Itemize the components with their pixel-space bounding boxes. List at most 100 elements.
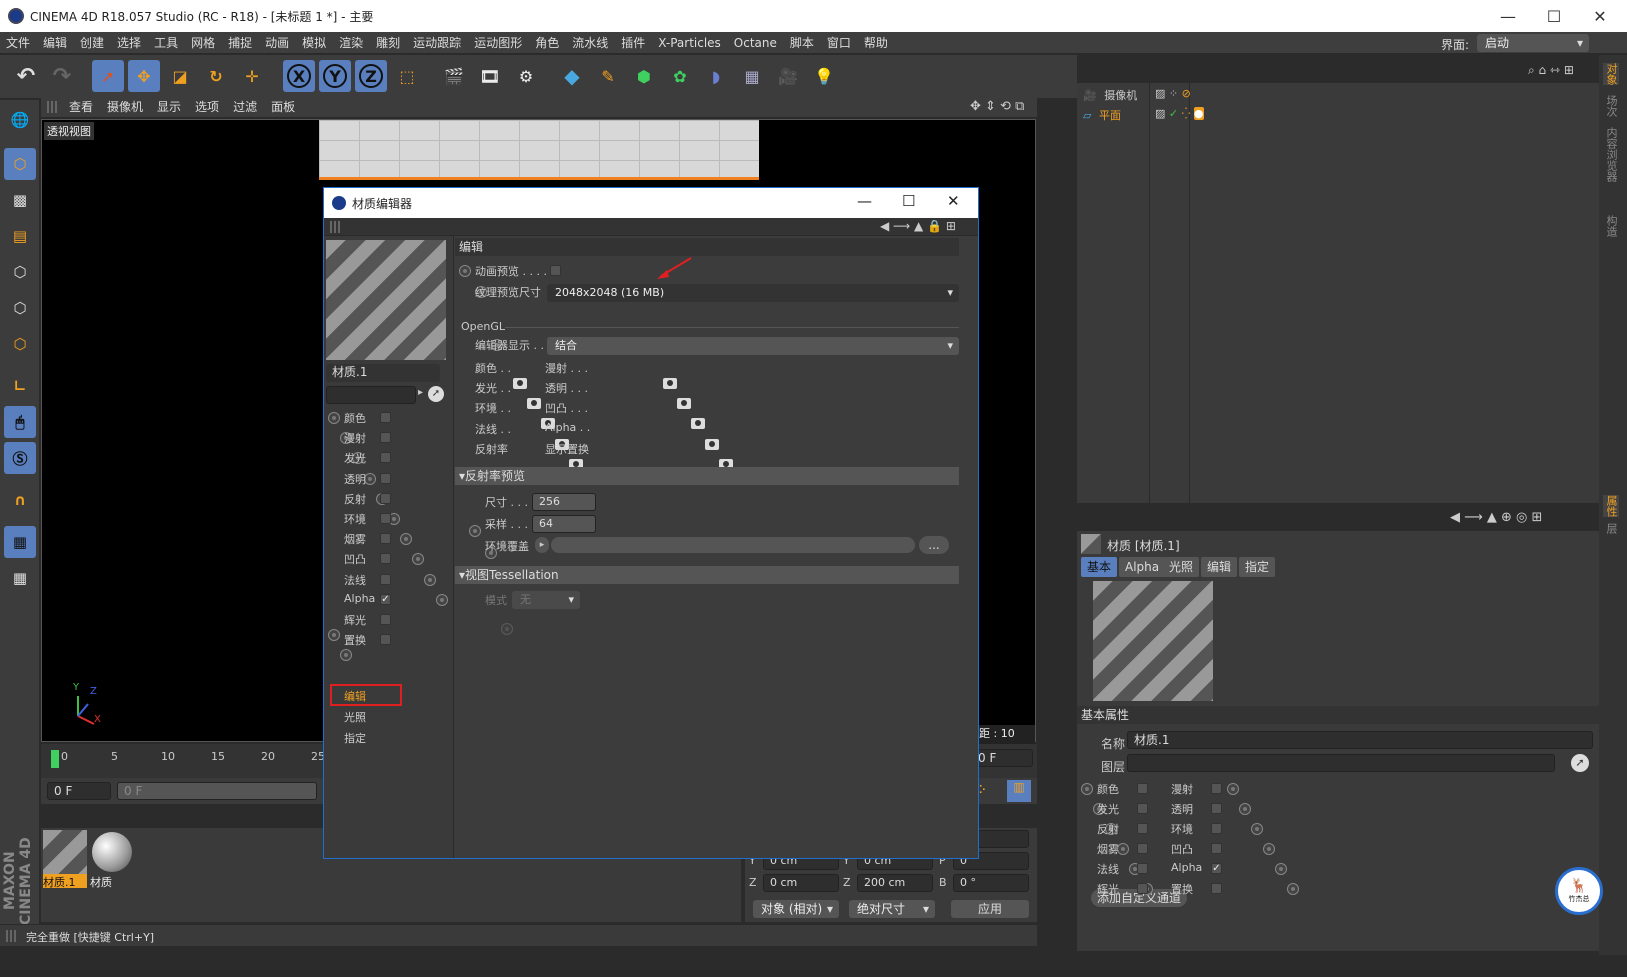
render-picture-viewer-icon[interactable]: 🎞 <box>474 60 506 92</box>
attributes-tab[interactable]: Alpha <box>1119 557 1166 577</box>
layer-field[interactable] <box>1127 754 1555 772</box>
magnet-icon[interactable]: ∩ <box>4 484 36 516</box>
env-override-field[interactable] <box>551 537 915 553</box>
eye-icon[interactable] <box>691 418 705 430</box>
channel-radio[interactable] <box>1263 843 1275 855</box>
channel-checkbox[interactable] <box>380 492 391 504</box>
deformer-icon[interactable]: ◗ <box>700 60 732 92</box>
samples-field[interactable]: 64 <box>532 515 596 533</box>
menu-item[interactable]: 动画 <box>265 34 289 51</box>
eye-icon[interactable] <box>705 438 719 450</box>
dialog-minimize-button[interactable]: — <box>857 192 872 210</box>
page-item[interactable]: 光照 <box>344 709 366 725</box>
coordinate-system-icon[interactable]: ⬚ <box>391 60 423 92</box>
timeline-mode-icon[interactable]: ▥ <box>1007 780 1031 802</box>
side-tab[interactable]: 内容浏览器 <box>1603 127 1619 182</box>
viewport-menu-item[interactable]: 选项 <box>195 98 219 115</box>
page-item[interactable]: 指定 <box>344 730 366 746</box>
size-field[interactable]: 256 <box>532 493 596 511</box>
floor-icon[interactable]: ▦ <box>736 60 768 92</box>
channel-checkbox[interactable] <box>1137 823 1148 834</box>
minimize-button[interactable]: — <box>1485 0 1531 32</box>
light-icon[interactable]: 💡 <box>808 60 840 92</box>
start-frame-field[interactable]: 0 F <box>117 782 317 800</box>
end-frame-field[interactable]: 0 F <box>971 749 1033 767</box>
picker-icon[interactable]: ➚ <box>428 386 444 402</box>
material-search-field[interactable] <box>326 386 416 404</box>
coord-field[interactable]: 0 ° <box>953 874 1029 892</box>
y-axis-button[interactable]: Y <box>319 60 351 92</box>
menu-item[interactable]: 创建 <box>80 34 104 51</box>
channel-checkbox[interactable] <box>380 472 391 484</box>
side-tab[interactable]: 层 <box>1603 523 1619 534</box>
undo-icon[interactable]: ↶ <box>10 60 42 92</box>
expand-arrow-icon[interactable]: ▸ <box>418 387 423 398</box>
move-tool-icon[interactable]: ✥ <box>128 60 160 92</box>
channel-radio[interactable] <box>328 629 340 641</box>
eye-icon[interactable] <box>527 398 541 410</box>
channel-checkbox[interactable] <box>380 553 391 565</box>
render-view-icon[interactable]: 🎬 <box>438 60 470 92</box>
channel-radio[interactable] <box>1251 823 1263 835</box>
pen-icon[interactable]: ✎ <box>592 60 624 92</box>
channel-radio[interactable] <box>1239 803 1251 815</box>
channel-checkbox[interactable] <box>380 432 391 444</box>
anim-preview-checkbox[interactable] <box>550 265 561 276</box>
apply-button[interactable]: 应用 <box>951 900 1029 918</box>
channel-radio[interactable] <box>328 412 340 424</box>
menu-item[interactable]: 角色 <box>535 34 559 51</box>
env-expand-icon[interactable]: ▸ <box>535 537 549 553</box>
menu-item[interactable]: 工具 <box>154 34 178 51</box>
texture-mode-icon[interactable]: ▩ <box>4 184 36 216</box>
side-tab[interactable]: 对象 <box>1603 63 1619 85</box>
channel-checkbox[interactable] <box>1137 783 1148 794</box>
z-axis-button[interactable]: Z <box>355 60 387 92</box>
viewport-menu-item[interactable]: 面板 <box>271 98 295 115</box>
menu-item[interactable]: 模拟 <box>302 34 326 51</box>
menu-item[interactable]: 运动跟踪 <box>413 34 461 51</box>
attributes-tab[interactable]: 光照 <box>1163 557 1200 577</box>
menu-item[interactable]: 雕刻 <box>376 34 400 51</box>
viewport-menu-item[interactable]: 查看 <box>69 98 93 115</box>
attributes-tab[interactable]: 指定 <box>1239 557 1276 577</box>
object-row[interactable]: 🎥 摄像机 <box>1083 87 1137 103</box>
menu-item[interactable]: 编辑 <box>43 34 67 51</box>
viewport-menu-item[interactable]: 过滤 <box>233 98 257 115</box>
workplane-mode-icon[interactable]: ▤ <box>4 220 36 252</box>
edges-mode-icon[interactable]: ⬡ <box>4 292 36 324</box>
tweak-mode-icon[interactable]: 🖱 <box>4 406 36 438</box>
dialog-nav-icons[interactable]: ◀ ⟶ ▲ 🔒 ⊞ <box>880 219 956 233</box>
menu-item[interactable]: 插件 <box>621 34 645 51</box>
channel-checkbox[interactable] <box>380 452 391 464</box>
camera-icon[interactable]: 🎥 <box>772 60 804 92</box>
name-field[interactable]: 材质.1 <box>1127 731 1593 749</box>
env-browse-button[interactable]: ... <box>919 536 949 554</box>
eye-icon[interactable] <box>677 398 691 410</box>
size-radio[interactable] <box>469 525 481 537</box>
transform-tool-icon[interactable]: ✛ <box>236 60 268 92</box>
layout-dropdown[interactable]: 启动 <box>1477 34 1589 52</box>
size-mode-dropdown[interactable]: 绝对尺寸 <box>849 900 935 918</box>
playhead[interactable] <box>51 750 59 768</box>
channel-radio[interactable] <box>436 593 448 606</box>
polygons-mode-icon[interactable]: ⬡ <box>4 328 36 360</box>
points-mode-icon[interactable]: ⬡ <box>4 256 36 288</box>
side-tab[interactable]: 属性 <box>1603 495 1619 517</box>
menu-item[interactable]: X-Particles <box>658 36 721 50</box>
attributes-tab[interactable]: 基本 <box>1081 557 1118 577</box>
workplane-lock-icon[interactable]: ▦ <box>4 526 36 558</box>
channel-checkbox[interactable] <box>1137 843 1148 854</box>
menu-item[interactable]: 脚本 <box>790 34 814 51</box>
coord-mode-dropdown[interactable]: 对象 (相对) <box>753 900 839 918</box>
dialog-maximize-button[interactable]: ☐ <box>902 192 915 210</box>
eye-icon[interactable] <box>663 378 677 389</box>
maximize-button[interactable]: ☐ <box>1531 0 1577 32</box>
menu-item[interactable]: 网格 <box>191 34 215 51</box>
channel-checkbox[interactable] <box>380 533 391 545</box>
coord-field[interactable]: 0 cm <box>763 874 839 892</box>
attributes-tab[interactable]: 编辑 <box>1201 557 1238 577</box>
tex-preview-dropdown[interactable]: 2048x2048 (16 MB) <box>547 284 959 302</box>
workplane-icon[interactable]: 🌐 <box>4 104 36 136</box>
axis-mode-icon[interactable]: ∟ <box>4 370 36 402</box>
avatar[interactable]: 🦌 竹杰总 <box>1555 867 1603 915</box>
